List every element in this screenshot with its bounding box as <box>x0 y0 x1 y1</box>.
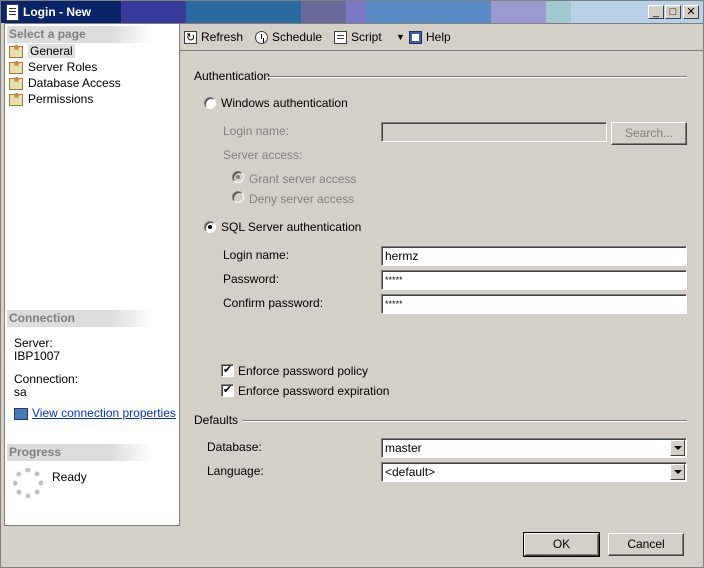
chevron-down-icon[interactable] <box>670 464 685 480</box>
progress-spinner-icon <box>13 468 43 498</box>
schedule-label: Schedule <box>272 30 323 44</box>
search-button[interactable]: Search... <box>611 122 687 145</box>
left-panel: Select a page General Server Roles Datab… <box>4 23 180 526</box>
database-value: master <box>385 441 422 455</box>
dialog-button-bar: OK Cancel <box>1 526 703 567</box>
authentication-divider <box>267 76 687 78</box>
confirm-password-input[interactable] <box>381 294 687 314</box>
server-label: Server: <box>14 336 53 350</box>
page-icon <box>9 92 23 106</box>
page-icon <box>9 60 23 74</box>
minimize-icon: _ <box>652 6 660 18</box>
page-item-permissions[interactable]: Permissions <box>9 91 93 107</box>
confirm-password-label: Confirm password: <box>223 296 324 310</box>
checkmark-icon: ✔ <box>222 384 233 396</box>
sql-login-name-input[interactable] <box>381 246 687 266</box>
title-bar[interactable]: Login - New _ □ ✕ <box>1 1 703 23</box>
sql-auth-radio[interactable] <box>204 221 216 233</box>
database-label: Database: <box>207 440 262 454</box>
enforce-policy-checkbox[interactable]: ✔ <box>221 364 234 377</box>
page-item-server-roles[interactable]: Server Roles <box>9 59 97 75</box>
connection-properties-icon <box>14 407 28 420</box>
password-label: Password: <box>223 272 280 286</box>
grant-access-radio[interactable] <box>232 171 244 183</box>
deny-access-label: Deny server access <box>249 192 355 206</box>
page-item-label: Database Access <box>28 76 121 90</box>
enforce-expiration-checkbox[interactable]: ✔ <box>221 384 234 397</box>
cancel-button[interactable]: Cancel <box>608 533 684 556</box>
script-icon <box>334 31 347 45</box>
clock-icon <box>255 31 268 45</box>
window-title: Login - New <box>23 5 91 19</box>
connection-value: sa <box>14 385 27 399</box>
right-panel: Refresh Schedule Script ▼ Help Authentic… <box>180 23 703 526</box>
page-item-database-access[interactable]: Database Access <box>9 75 121 91</box>
enforce-policy-label[interactable]: Enforce password policy <box>238 364 368 378</box>
sql-auth-label[interactable]: SQL Server authentication <box>221 220 361 234</box>
view-connection-link[interactable]: View connection properties <box>32 406 176 420</box>
maximize-icon: □ <box>669 6 677 18</box>
refresh-icon <box>184 30 197 46</box>
page-icon <box>9 76 23 90</box>
win-login-name-input[interactable] <box>381 122 607 142</box>
win-login-name-label: Login name: <box>223 124 290 138</box>
connection-label: Connection: <box>14 372 79 386</box>
password-input[interactable] <box>381 270 687 290</box>
select-page-header: Select a page <box>7 26 153 43</box>
sql-login-name-label: Login name: <box>223 248 290 262</box>
chevron-down-icon: ▼ <box>396 32 405 42</box>
database-select[interactable]: master <box>381 438 687 458</box>
page-item-label: Server Roles <box>28 60 98 74</box>
page-item-label: Permissions <box>28 92 94 106</box>
ok-button[interactable]: OK <box>523 532 600 557</box>
chevron-down-icon[interactable] <box>670 440 685 456</box>
script-button[interactable]: Script <box>334 29 382 45</box>
deny-access-radio[interactable] <box>232 191 244 203</box>
checkmark-icon: ✔ <box>222 364 233 376</box>
progress-header: Progress <box>7 444 153 461</box>
page-item-label: General <box>28 44 75 58</box>
server-value: IBP1007 <box>14 349 61 363</box>
progress-status: Ready <box>52 470 87 484</box>
page-item-general[interactable]: General <box>9 43 75 59</box>
login-new-window: Login - New _ □ ✕ Select a page General … <box>0 0 704 568</box>
refresh-label: Refresh <box>201 30 244 44</box>
refresh-button[interactable]: Refresh <box>184 29 244 46</box>
script-label: Script <box>351 30 382 44</box>
windows-auth-label[interactable]: Windows authentication <box>221 96 348 110</box>
language-label: Language: <box>207 464 264 478</box>
script-dropdown-button[interactable]: ▼ <box>396 29 405 45</box>
defaults-divider <box>242 420 687 422</box>
minimize-button[interactable]: _ <box>648 5 664 19</box>
document-icon <box>6 4 19 21</box>
maximize-button[interactable]: □ <box>665 5 681 19</box>
windows-auth-radio[interactable] <box>204 97 216 109</box>
help-icon <box>409 31 422 45</box>
schedule-button[interactable]: Schedule <box>255 29 322 45</box>
help-button[interactable]: Help <box>409 29 451 45</box>
toolbar: Refresh Schedule Script ▼ Help <box>180 24 703 51</box>
enforce-expiration-label[interactable]: Enforce password expiration <box>238 384 389 398</box>
authentication-group-label: Authentication <box>194 69 271 83</box>
help-label: Help <box>426 30 451 44</box>
view-connection-properties[interactable]: View connection properties <box>14 406 176 420</box>
defaults-group-label: Defaults <box>194 413 239 427</box>
language-select[interactable]: <default> <box>381 462 687 482</box>
page-icon <box>9 44 23 58</box>
close-icon: ✕ <box>686 6 696 18</box>
close-button[interactable]: ✕ <box>683 5 699 19</box>
server-access-label: Server access: <box>223 148 303 162</box>
grant-access-label: Grant server access <box>249 172 357 186</box>
language-value: <default> <box>385 465 436 479</box>
connection-header: Connection <box>7 310 153 327</box>
